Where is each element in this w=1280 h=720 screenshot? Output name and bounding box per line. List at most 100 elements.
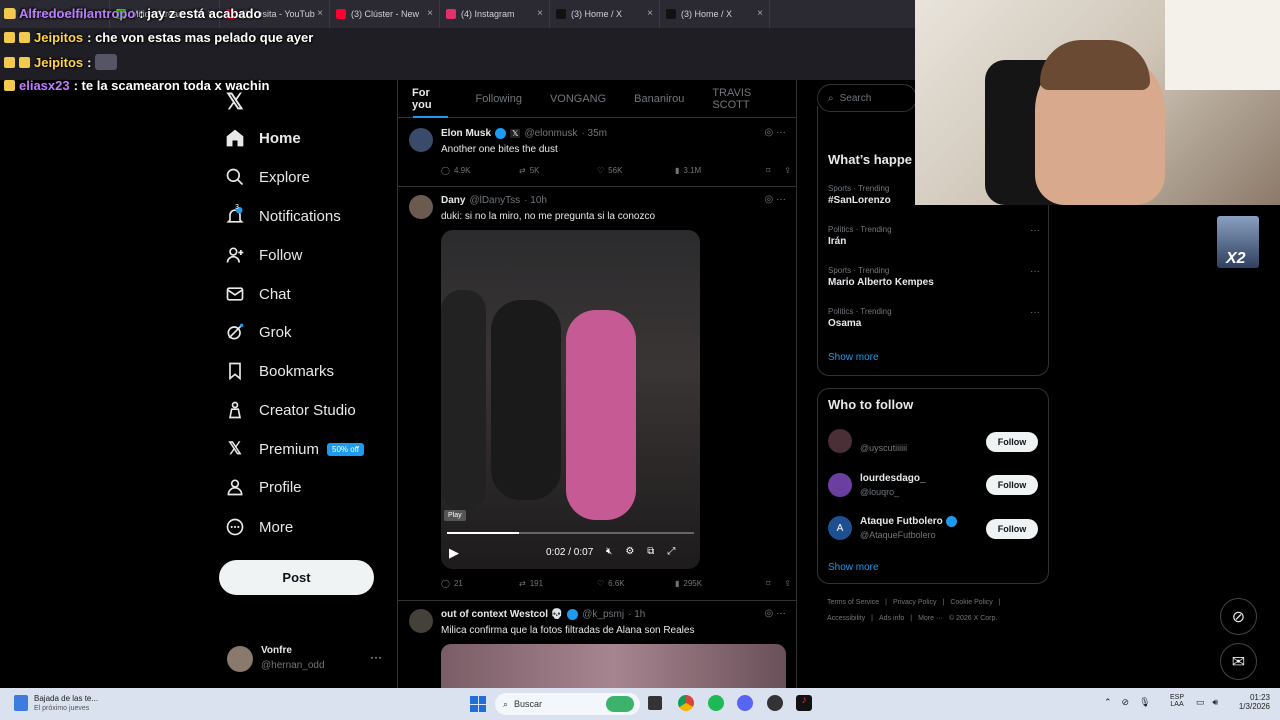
close-icon[interactable]: ×: [537, 8, 543, 19]
grok-float-button[interactable]: ⊘: [1220, 598, 1257, 635]
nav-creator-studio[interactable]: Creator Studio: [225, 400, 356, 420]
reply-button[interactable]: ◯ 4.9K: [441, 166, 519, 175]
chevron-up-icon[interactable]: ⌃: [1104, 697, 1112, 708]
tweet-handle[interactable]: @elonmusk: [524, 128, 577, 139]
play-icon[interactable]: ▶: [449, 545, 459, 561]
views-button[interactable]: ▮ 3.1M: [675, 166, 753, 175]
footer-link[interactable]: Terms of Service: [827, 599, 879, 606]
share-icon[interactable]: ⇪: [784, 579, 791, 588]
mic-icon[interactable]: 🎙︎: [1139, 697, 1150, 708]
trend-item[interactable]: Politics · Trending Irán ···: [828, 225, 1040, 247]
nav-profile[interactable]: Profile: [225, 477, 302, 497]
avatar[interactable]: [227, 646, 253, 672]
follow-button[interactable]: Follow: [986, 519, 1038, 539]
repost-button[interactable]: ⇄ 5K: [519, 166, 597, 175]
clock[interactable]: 01:23 1/3/2026: [1232, 693, 1270, 711]
browser-tab[interactable]: (3) Home / X ×: [550, 0, 660, 28]
close-icon[interactable]: ×: [427, 8, 433, 19]
avatar[interactable]: [409, 609, 433, 633]
account-more-icon[interactable]: ···: [370, 650, 382, 664]
weather-title[interactable]: Bajada de las te...: [34, 694, 98, 703]
nav-bookmarks[interactable]: Bookmarks: [225, 361, 334, 381]
nav-follow[interactable]: Follow: [225, 245, 302, 265]
tweet-author[interactable]: out of context Westcol 💀: [441, 609, 563, 620]
trend-item[interactable]: Sports · Trending Mario Alberto Kempes ···: [828, 266, 1040, 288]
tweet-author[interactable]: Elon Musk: [441, 128, 491, 139]
footer-link[interactable]: More ···: [918, 615, 943, 622]
show-more-link[interactable]: Show more: [828, 352, 879, 363]
avatar[interactable]: [409, 128, 433, 152]
tweet-more-icon[interactable]: ◎ ···: [765, 608, 787, 619]
trend-more-icon[interactable]: ···: [1030, 266, 1040, 277]
tiktok-icon[interactable]: ♪: [796, 695, 812, 711]
footer-link[interactable]: Privacy Policy: [893, 599, 937, 606]
footer-link[interactable]: Accessibility: [827, 615, 865, 622]
avatar[interactable]: [409, 195, 433, 219]
nav-more[interactable]: More: [225, 517, 293, 537]
browser-tab[interactable]: (3) Clúster - New ×: [330, 0, 440, 28]
tweet[interactable]: Dany @lDanyTss · 10h ◎ ··· duki: si no l…: [398, 187, 796, 601]
like-button[interactable]: ♡ 6.6K: [597, 579, 675, 588]
nav-notifications[interactable]: Notifications: [225, 206, 341, 226]
footer-link[interactable]: Cookie Policy: [950, 599, 992, 606]
show-more-link[interactable]: Show more: [828, 562, 879, 573]
avatar[interactable]: [828, 429, 852, 453]
mute-icon[interactable]: 🔇︎: [606, 546, 612, 557]
display-icon[interactable]: ▭: [1196, 697, 1205, 708]
weather-icon[interactable]: [14, 695, 28, 711]
tweet-handle[interactable]: @k_psmj: [582, 609, 624, 620]
repost-button[interactable]: ⇄ 191: [519, 579, 597, 588]
avatar[interactable]: [828, 473, 852, 497]
views-button[interactable]: ▮ 295K: [675, 579, 753, 588]
x-logo-icon[interactable]: 𝕏: [226, 89, 244, 115]
language-indicator[interactable]: ESP LAA: [1170, 694, 1184, 708]
tweet[interactable]: out of context Westcol 💀 @k_psmj · 1h ◎ …: [398, 601, 796, 688]
windows-start-icon[interactable]: [470, 696, 486, 712]
tweet-more-icon[interactable]: ◎ ···: [765, 194, 787, 205]
share-icon[interactable]: ⇪: [784, 166, 791, 175]
tab-travis-scott[interactable]: TRAVIS SCOTT: [698, 80, 796, 118]
tweet-more-icon[interactable]: ◎ ···: [765, 127, 787, 138]
like-button[interactable]: ♡ 56K: [597, 166, 675, 175]
footer-link[interactable]: Ads info: [879, 615, 904, 622]
discord-icon[interactable]: [737, 695, 753, 711]
trend-item[interactable]: Politics · Trending Osama ···: [828, 307, 1040, 329]
nav-chat[interactable]: Chat: [225, 284, 291, 304]
spotify-icon[interactable]: [708, 695, 724, 711]
tweet[interactable]: Elon Musk 𝕏 @elonmusk · 35m ◎ ··· Anothe…: [398, 120, 796, 187]
follow-user-name[interactable]: Ataque Futbolero: [860, 516, 957, 527]
tab-following[interactable]: Following: [461, 80, 535, 118]
nav-explore[interactable]: Explore: [225, 167, 310, 187]
file-explorer-icon[interactable]: [648, 696, 662, 710]
video-player[interactable]: Play ▶ 0:02 / 0:07 🔇︎ ⚙ ⧉ ⤢: [441, 230, 700, 569]
tweet-handle[interactable]: @lDanyTss: [469, 195, 520, 206]
settings-icon[interactable]: ⚙: [625, 546, 634, 557]
follow-user-name[interactable]: lourdesdago_: [860, 473, 926, 484]
messages-float-button[interactable]: ✉: [1220, 643, 1257, 680]
close-icon[interactable]: ×: [757, 8, 763, 19]
chrome-icon[interactable]: [678, 695, 694, 711]
post-button[interactable]: Post: [219, 560, 374, 595]
bookmark-icon[interactable]: ⌑: [766, 166, 770, 175]
app-icon[interactable]: [767, 695, 783, 711]
tab-for-you[interactable]: For you: [398, 80, 461, 118]
fullscreen-icon[interactable]: ⤢: [667, 546, 675, 557]
video-progress-track[interactable]: [447, 532, 694, 534]
tweet-time[interactable]: · 35m: [581, 128, 607, 139]
avatar[interactable]: A: [828, 516, 852, 540]
browser-tab[interactable]: (4) Instagram ×: [440, 0, 550, 28]
follow-button[interactable]: Follow: [986, 432, 1038, 452]
tweet-time[interactable]: · 1h: [628, 609, 645, 620]
tweet-author[interactable]: Dany: [441, 195, 465, 206]
tweet-media-image[interactable]: [441, 644, 786, 688]
bookmark-icon[interactable]: ⌑: [766, 579, 770, 588]
volume-icon[interactable]: 🔊︎: [1213, 697, 1219, 708]
tab-vongang[interactable]: VONGANG: [536, 80, 620, 118]
nav-grok[interactable]: Grok: [225, 322, 292, 342]
trend-item[interactable]: Sports · Trending #SanLorenzo: [828, 184, 891, 206]
pip-icon[interactable]: ⧉: [647, 546, 654, 557]
trend-more-icon[interactable]: ···: [1030, 225, 1040, 236]
close-icon[interactable]: ×: [317, 8, 323, 19]
network-icon[interactable]: ⊘: [1122, 697, 1130, 708]
reply-button[interactable]: ◯ 21: [441, 579, 519, 588]
